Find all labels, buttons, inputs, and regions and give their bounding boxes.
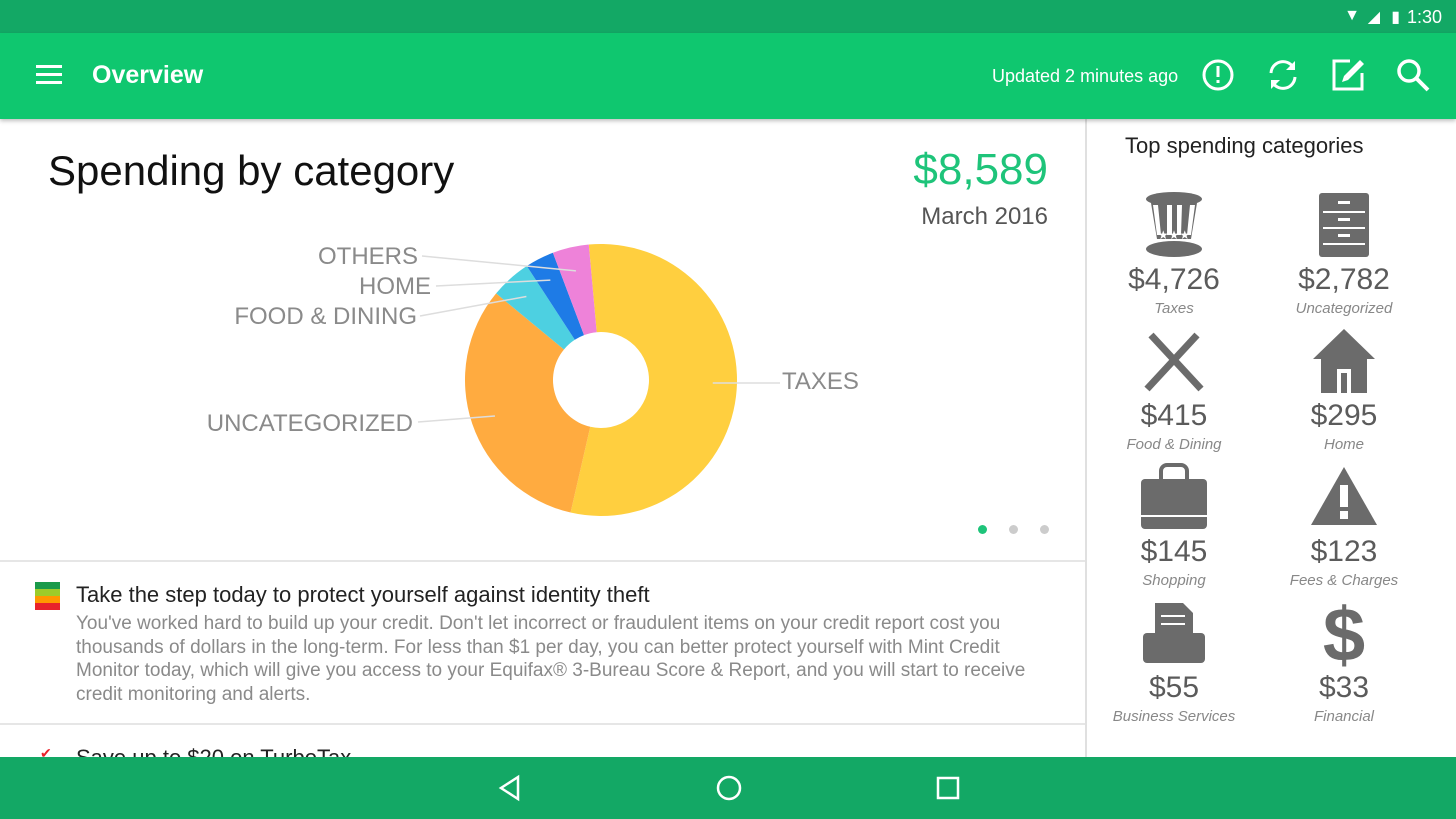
page-dot[interactable] (978, 525, 987, 534)
shopping-bag-icon (1141, 463, 1207, 529)
category-name: Shopping (1142, 572, 1206, 589)
category-home[interactable]: $295 Home (1259, 327, 1429, 453)
search-icon[interactable] (1395, 57, 1431, 93)
category-amount: $4,726 (1128, 263, 1220, 296)
wifi-icon: ▼ (1344, 7, 1360, 24)
category-name: Business Services (1112, 708, 1236, 725)
page-title: Overview (92, 61, 204, 89)
svg-text:$: $ (1323, 599, 1365, 667)
alert-icon[interactable] (1200, 57, 1236, 93)
label-others: OTHERS (317, 243, 418, 270)
category-name: Taxes (1154, 300, 1194, 317)
category-name: Home (1323, 436, 1364, 453)
slice-taxes[interactable] (570, 244, 738, 516)
refresh-icon[interactable] (1265, 57, 1301, 93)
file-cabinet-icon (1319, 193, 1369, 257)
dollar-icon: $ (1323, 599, 1365, 667)
category-shopping[interactable]: $145 Shopping (1089, 463, 1259, 589)
clock: 1:30 (1406, 7, 1442, 27)
category-amount: $145 (1140, 535, 1208, 568)
identity-theft-card[interactable]: Take the step today to protect yourself … (0, 560, 1085, 723)
card-title: Save up to $20 on TurboTax (76, 745, 351, 757)
category-amount: $123 (1310, 535, 1378, 568)
category-taxes[interactable]: ★★★ $4,726 Taxes (1089, 191, 1259, 317)
label-home: HOME (359, 273, 431, 300)
uncle-sam-hat-icon: ★★★ (1146, 192, 1202, 257)
signal-icon: ◢ (1367, 9, 1380, 26)
fork-knife-icon (1144, 332, 1204, 392)
donut-chart[interactable] (0, 119, 1087, 539)
back-icon[interactable] (496, 774, 524, 802)
edit-icon[interactable] (1330, 57, 1366, 93)
category-fees-charges[interactable]: $123 Fees & Charges (1259, 463, 1429, 589)
page-dot[interactable] (1009, 525, 1018, 534)
menu-icon[interactable] (36, 65, 62, 85)
recents-icon[interactable] (934, 774, 962, 802)
category-uncategorized[interactable]: $2,782 Uncategorized (1259, 191, 1429, 317)
status-bar: ▼ ◢ ▮ 1:30 (0, 0, 1456, 33)
label-uncategorized: UNCATEGORIZED (206, 410, 413, 437)
category-name: Financial (1313, 708, 1375, 725)
credit-score-icon (35, 582, 60, 610)
home-icon[interactable] (715, 774, 743, 802)
category-food-dining[interactable]: $415 Food & Dining (1089, 327, 1259, 453)
category-name: Fees & Charges (1289, 572, 1399, 589)
category-financial[interactable]: $ $33 Financial (1259, 599, 1429, 725)
page-dot[interactable] (1040, 525, 1049, 534)
category-amount: $2,782 (1298, 263, 1390, 296)
category-business-services[interactable]: $55 Business Services (1089, 599, 1259, 725)
turbotax-card[interactable]: ✔ Save up to $20 on TurboTax (0, 723, 1085, 757)
category-name: Uncategorized (1295, 300, 1393, 317)
navigation-bar (0, 757, 1456, 819)
category-name: Food & Dining (1126, 436, 1222, 453)
house-icon (1313, 329, 1375, 393)
svg-text:★★★: ★★★ (1158, 228, 1190, 242)
category-amount: $295 (1310, 399, 1378, 432)
card-title: Take the step today to protect yourself … (76, 582, 650, 607)
category-amount: $55 (1148, 671, 1200, 704)
label-food-dining: FOOD & DINING (234, 303, 417, 330)
turbotax-icon: ✔ (40, 745, 52, 757)
label-taxes: TAXES (782, 368, 859, 395)
warning-icon (1311, 467, 1377, 525)
card-body: You've worked hard to build up your cred… (76, 613, 1026, 705)
top-categories-panel: Top spending categories ★★★ $4,726 Taxes… (1089, 119, 1456, 757)
panel-title: Top spending categories (1125, 133, 1364, 158)
spending-panel: Spending by category $8,589 March 2016 O… (0, 119, 1087, 757)
fax-icon (1143, 603, 1205, 663)
battery-icon: ▮ (1391, 9, 1400, 26)
app-bar: Overview Updated 2 minutes ago (0, 33, 1456, 119)
category-amount: $415 (1140, 399, 1208, 432)
category-amount: $33 (1318, 671, 1370, 704)
page-indicator[interactable] (978, 521, 1071, 539)
updated-status: Updated 2 minutes ago (992, 66, 1179, 86)
